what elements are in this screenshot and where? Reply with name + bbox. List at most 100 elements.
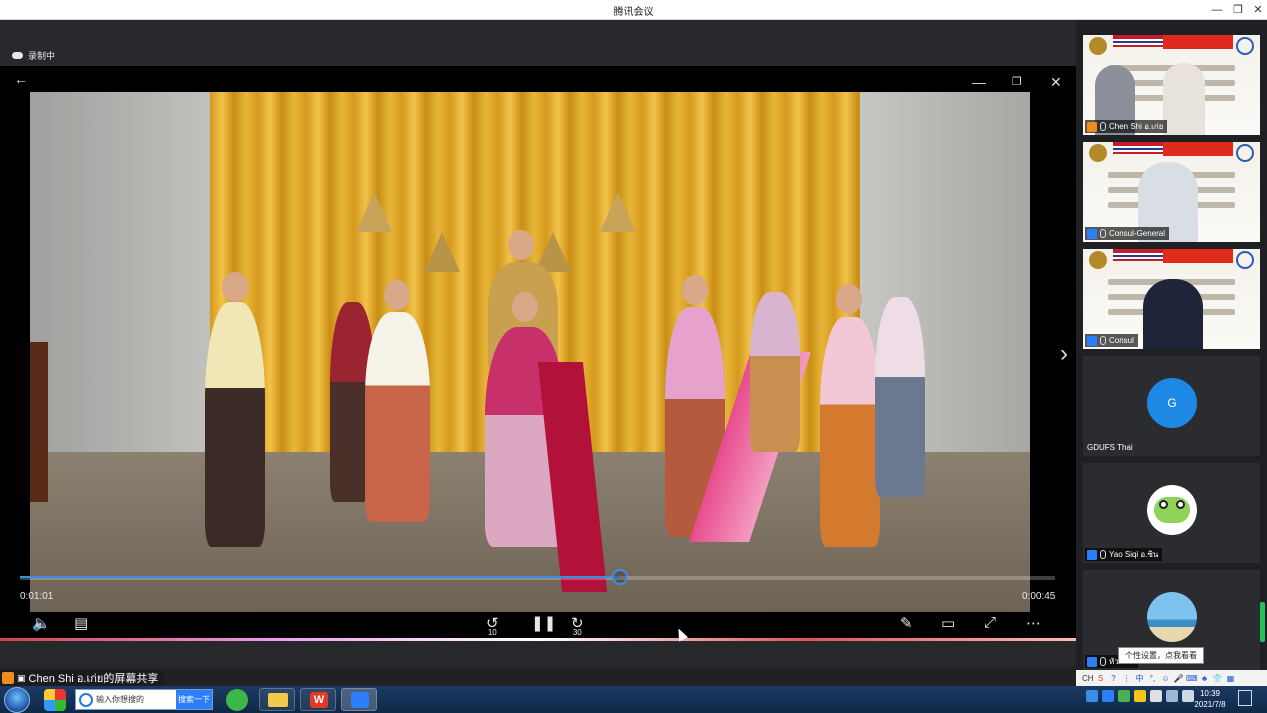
- flag-tray-icon[interactable]: [1166, 690, 1178, 702]
- voice-icon[interactable]: 🎤: [1173, 674, 1184, 683]
- ornament-icon: [424, 232, 460, 272]
- network-icon[interactable]: [1086, 690, 1098, 702]
- dancer: [750, 292, 800, 452]
- dancer: [875, 297, 925, 497]
- shared-screen-bottom-strip: [0, 638, 1076, 641]
- tencent-meeting-icon[interactable]: [341, 688, 377, 711]
- skin-icon[interactable]: ♣: [1199, 674, 1210, 683]
- host-icon: [1087, 121, 1097, 132]
- participant-list[interactable]: Chen Shi อ.เก่ย Consul-General Consul G …: [1076, 20, 1267, 670]
- emblem-icon: [1089, 251, 1107, 269]
- player-minimize-icon[interactable]: —: [972, 74, 986, 90]
- notification-icon[interactable]: [1238, 690, 1252, 706]
- close-icon[interactable]: ✕: [1250, 2, 1266, 18]
- video-progress-bar[interactable]: [20, 569, 1055, 585]
- help-icon[interactable]: ?: [1108, 674, 1119, 683]
- elapsed-time: 0:01:01: [20, 591, 54, 602]
- emblem-icon: [1236, 144, 1254, 162]
- dancer-head: [682, 275, 708, 305]
- participant-tile[interactable]: Consul-General: [1083, 142, 1260, 242]
- wps-icon[interactable]: W: [300, 688, 336, 711]
- user-icon: [1087, 549, 1097, 560]
- search-input[interactable]: 输入你想搜的: [96, 694, 176, 705]
- mic-icon: [1100, 657, 1106, 666]
- emblem-icon: [1236, 251, 1254, 269]
- file-explorer-icon[interactable]: [259, 688, 295, 711]
- share-label: Chen Shi อ.เก่ย的屏幕共享: [28, 673, 159, 685]
- dancer-head: [512, 292, 538, 322]
- ime-toolbar[interactable]: CH S ? ⋮ 中 °, ☺ 🎤 ⌨ ♣ 👕 ▦: [1076, 670, 1267, 686]
- punctuation-icon[interactable]: °,: [1147, 674, 1158, 683]
- flag-banner: [1163, 249, 1233, 263]
- next-page-icon[interactable]: ›: [1060, 340, 1068, 368]
- participant-tile[interactable]: Chen Shi อ.เก่ย: [1083, 35, 1260, 135]
- ornament-icon: [356, 192, 392, 232]
- volume-icon[interactable]: 🔈: [32, 614, 51, 632]
- video-frame[interactable]: [30, 92, 1030, 612]
- emoji-icon[interactable]: ☺: [1160, 674, 1171, 683]
- emblem-icon: [1236, 37, 1254, 55]
- main-share-area: 录制中 ← — ❐ ✕ 0:01:01 0:00:45 🔈 ▤ ↺ 10 ❚❚ …: [0, 20, 1076, 668]
- video-podium: [30, 342, 48, 502]
- user-icon: [1087, 228, 1097, 239]
- player-restore-icon[interactable]: ❐: [1012, 75, 1022, 88]
- subtitles-icon[interactable]: ▤: [74, 614, 88, 632]
- restore-icon[interactable]: ❐: [1230, 2, 1246, 18]
- grid-icon[interactable]: ▦: [1225, 674, 1236, 683]
- qq-icon[interactable]: [1134, 690, 1146, 702]
- more-icon[interactable]: ⋯: [1026, 614, 1041, 632]
- rewind-icon[interactable]: ↺ 10: [486, 614, 499, 637]
- recording-label: 录制中: [28, 51, 56, 61]
- pause-icon[interactable]: ❚❚: [531, 614, 556, 632]
- dancer: [205, 302, 265, 547]
- 360-safe-icon[interactable]: [226, 689, 248, 711]
- participant-scrollbar[interactable]: [1260, 602, 1265, 642]
- back-arrow-icon[interactable]: ←: [14, 71, 28, 87]
- picture-in-picture-icon[interactable]: ▭: [941, 614, 955, 632]
- dancer-head: [384, 280, 410, 310]
- browser-360-icon[interactable]: [44, 689, 66, 711]
- tencent-tray-icon[interactable]: [1102, 690, 1114, 702]
- ime-menu-icon[interactable]: ⋮: [1121, 674, 1132, 683]
- start-button[interactable]: [4, 687, 30, 713]
- system-tray[interactable]: [1086, 690, 1194, 702]
- remaining-time: 0:00:45: [1022, 591, 1056, 602]
- sogou-icon[interactable]: S: [1095, 674, 1106, 683]
- minimize-icon[interactable]: —: [1209, 2, 1225, 18]
- user-icon: [1087, 335, 1097, 346]
- security-icon[interactable]: [1118, 690, 1130, 702]
- dancer: [820, 317, 880, 547]
- participant-tile[interactable]: Yao Siqi อ.ซิน: [1083, 463, 1260, 563]
- clock-time: 10:39: [1199, 689, 1221, 698]
- participant-tile[interactable]: Consul: [1083, 249, 1260, 349]
- search-button[interactable]: 搜索一下: [176, 690, 212, 709]
- user-icon: [2, 672, 14, 684]
- screen-share-indicator[interactable]: ▣ Chen Shi อ.เก่ย的屏幕共享: [0, 670, 165, 686]
- forward-seconds: 30: [572, 628, 582, 637]
- participant-tile[interactable]: G GDUFS Thai: [1083, 356, 1260, 456]
- recording-indicator: 录制中: [12, 49, 55, 62]
- mic-icon: [1100, 550, 1106, 559]
- video-wall-left: [30, 92, 210, 472]
- search-box[interactable]: 输入你想搜的 搜索一下: [75, 689, 213, 710]
- participant-avatar: G: [1147, 378, 1197, 428]
- cloud-icon: [12, 52, 23, 59]
- dancer-head: [508, 230, 534, 260]
- flag-banner: [1163, 142, 1233, 156]
- clock-date: 2021/7/8: [1194, 700, 1226, 709]
- flag-banner: [1163, 35, 1233, 49]
- ime-tray-icon[interactable]: [1150, 690, 1162, 702]
- keyboard-icon[interactable]: ⌨: [1186, 674, 1198, 683]
- emblem-icon: [1089, 144, 1107, 162]
- player-close-icon[interactable]: ✕: [1050, 74, 1062, 91]
- ime-mode[interactable]: 中: [1134, 673, 1145, 684]
- fullscreen-icon[interactable]: ⤢: [984, 614, 996, 631]
- system-clock[interactable]: 10:39 2021/7/8: [1188, 688, 1232, 710]
- shirt-icon[interactable]: 👕: [1212, 674, 1223, 683]
- pen-icon[interactable]: ✎: [900, 614, 913, 632]
- shared-screen: ← — ❐ ✕ 0:01:01 0:00:45 🔈 ▤ ↺ 10 ❚❚ ↻ 30…: [0, 66, 1076, 638]
- mic-icon: [1100, 229, 1106, 238]
- ime-lang[interactable]: CH: [1082, 674, 1094, 683]
- forward-icon[interactable]: ↻ 30: [571, 614, 584, 637]
- frog-avatar-icon: [1147, 485, 1197, 535]
